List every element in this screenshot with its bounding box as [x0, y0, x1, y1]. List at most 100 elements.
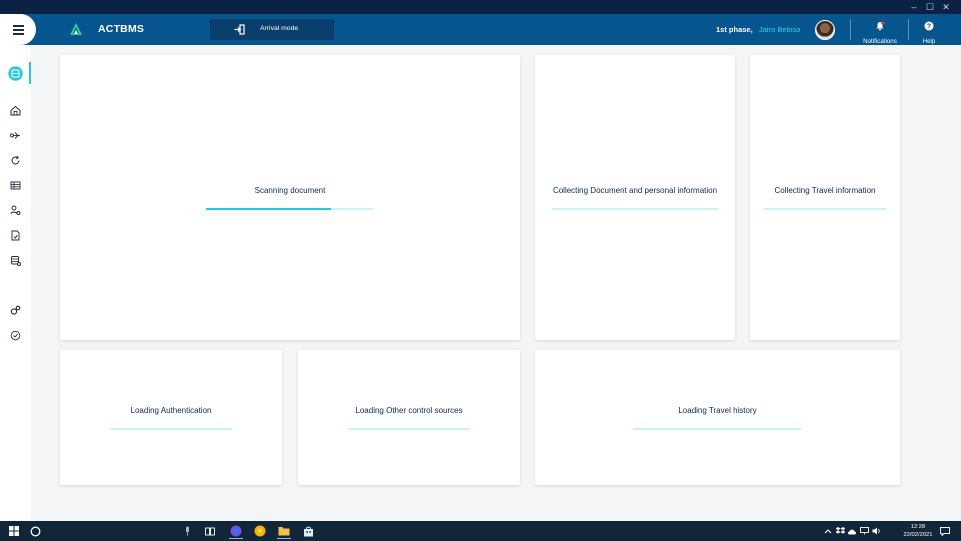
task-view-button[interactable]	[202, 523, 218, 539]
sidebar-item-document-check[interactable]	[7, 227, 23, 243]
database-settings-icon	[10, 255, 21, 266]
taskbar-clock[interactable]: 12:28 22/02/2021	[896, 523, 940, 539]
tray-overflow-button[interactable]	[822, 523, 834, 539]
document-check-icon	[11, 230, 19, 240]
notification-center-icon	[940, 526, 950, 536]
firefox-icon	[230, 525, 242, 537]
clock-time: 12:28	[910, 524, 926, 530]
people-settings-icon	[10, 205, 20, 215]
taskbar-app-firefox[interactable]	[226, 523, 246, 539]
os-taskbar: 12:28 22/02/2021	[0, 521, 961, 541]
header-divider	[850, 19, 851, 40]
tray-network[interactable]	[858, 523, 870, 539]
cloud-icon	[848, 529, 856, 534]
active-app-indicator	[229, 537, 243, 539]
search-button[interactable]	[27, 523, 43, 539]
store-bag-icon	[303, 526, 313, 536]
avatar[interactable]	[815, 20, 835, 40]
windows-icon	[9, 526, 19, 536]
sidebar-item-flow[interactable]	[7, 127, 23, 143]
progress-bar	[633, 428, 801, 430]
taskbar-app-explorer[interactable]	[274, 523, 294, 539]
taskbar-app-store[interactable]	[298, 523, 318, 539]
progress-bar	[110, 428, 232, 430]
tray-volume[interactable]	[870, 523, 882, 539]
sidebar-item-table[interactable]	[7, 177, 23, 193]
table-icon	[10, 181, 20, 189]
user-name[interactable]: Jairo Beloso	[759, 25, 800, 34]
notifications-button[interactable]: Notifications	[858, 18, 902, 45]
sidebar-item-gears[interactable]	[7, 302, 23, 318]
card-title: Scanning document	[254, 186, 326, 195]
status-card-travel-history: Loading Travel history	[535, 350, 900, 485]
hamburger-icon	[12, 25, 24, 35]
network-icon	[859, 527, 869, 535]
status-card-scanning: Scanning document	[60, 55, 520, 340]
sidebar-item-home[interactable]	[7, 102, 23, 118]
start-button[interactable]	[6, 523, 22, 539]
card-title: Loading Other control sources	[355, 406, 463, 415]
refresh-icon	[11, 155, 19, 164]
card-title: Loading Travel history	[678, 406, 757, 415]
gears-icon	[10, 305, 20, 315]
clock-date: 22/02/2021	[903, 532, 933, 538]
window-titlebar: – ☐ ✕	[0, 0, 961, 14]
microphone-icon	[185, 526, 189, 536]
dropbox-icon	[835, 527, 845, 534]
arrival-mode-label: Arrival mode	[260, 25, 299, 32]
sidebar-item-people-settings[interactable]	[7, 202, 23, 218]
status-card-control-sources: Loading Other control sources	[298, 350, 520, 485]
app-header: ACTBMS Arrival mode 1st phase, Jairo Bel…	[0, 14, 961, 45]
sidebar-item-check[interactable]	[7, 327, 23, 343]
speaker-icon	[872, 527, 880, 535]
tray-onedrive[interactable]	[846, 523, 858, 539]
browser-icon	[254, 525, 266, 537]
close-button[interactable]: ✕	[938, 0, 954, 14]
scrollbar-track[interactable]	[949, 45, 961, 521]
sidebar-item-refresh[interactable]	[7, 152, 23, 168]
help-label: Help	[922, 38, 936, 45]
mic-button[interactable]	[180, 523, 194, 539]
status-card-document-info: Collecting Document and personal informa…	[535, 55, 735, 340]
sidebar	[0, 45, 31, 521]
sidebar-active-indicator	[29, 62, 31, 84]
arrival-mode-button[interactable]: Arrival mode	[210, 19, 334, 40]
sidebar-item-profile[interactable]	[7, 65, 23, 81]
card-title: Loading Authentication	[130, 406, 212, 415]
card-title: Collecting Document and personal informa…	[552, 186, 718, 195]
status-card-travel-info: Collecting Travel information	[750, 55, 900, 340]
chevron-up-icon	[824, 529, 832, 534]
folder-icon	[278, 527, 290, 536]
login-arrow-icon	[234, 24, 245, 35]
menu-button[interactable]	[0, 14, 36, 45]
status-card-authentication: Loading Authentication	[60, 350, 282, 485]
active-app-indicator	[277, 537, 291, 539]
help-icon: ?	[924, 21, 934, 31]
progress-bar	[206, 208, 373, 210]
app-logo-icon	[70, 23, 82, 35]
sidebar-item-database-settings[interactable]	[7, 252, 23, 268]
maximize-button[interactable]: ☐	[922, 0, 938, 14]
flow-icon	[9, 131, 20, 139]
progress-bar	[764, 208, 886, 210]
action-center-button[interactable]	[938, 523, 952, 539]
phase-label: 1st phase,	[716, 25, 753, 34]
home-icon	[10, 105, 20, 115]
header-divider	[908, 19, 909, 40]
notifications-label: Notifications	[863, 38, 897, 45]
help-button[interactable]: ? Help	[916, 18, 942, 45]
app-name: ACTBMS	[98, 23, 145, 35]
card-title: Collecting Travel information	[774, 186, 876, 195]
minimize-button[interactable]: –	[906, 0, 922, 14]
bell-icon	[876, 21, 885, 31]
task-view-icon	[205, 527, 215, 535]
cortana-icon	[30, 526, 40, 536]
user-badge-icon	[7, 65, 23, 81]
progress-fill	[206, 208, 332, 210]
progress-bar	[552, 208, 719, 210]
check-circle-icon	[10, 330, 20, 340]
taskbar-app-chrome[interactable]	[250, 523, 270, 539]
svg-text:?: ?	[927, 24, 931, 31]
tray-dropbox[interactable]	[834, 523, 846, 539]
progress-bar	[348, 428, 470, 430]
